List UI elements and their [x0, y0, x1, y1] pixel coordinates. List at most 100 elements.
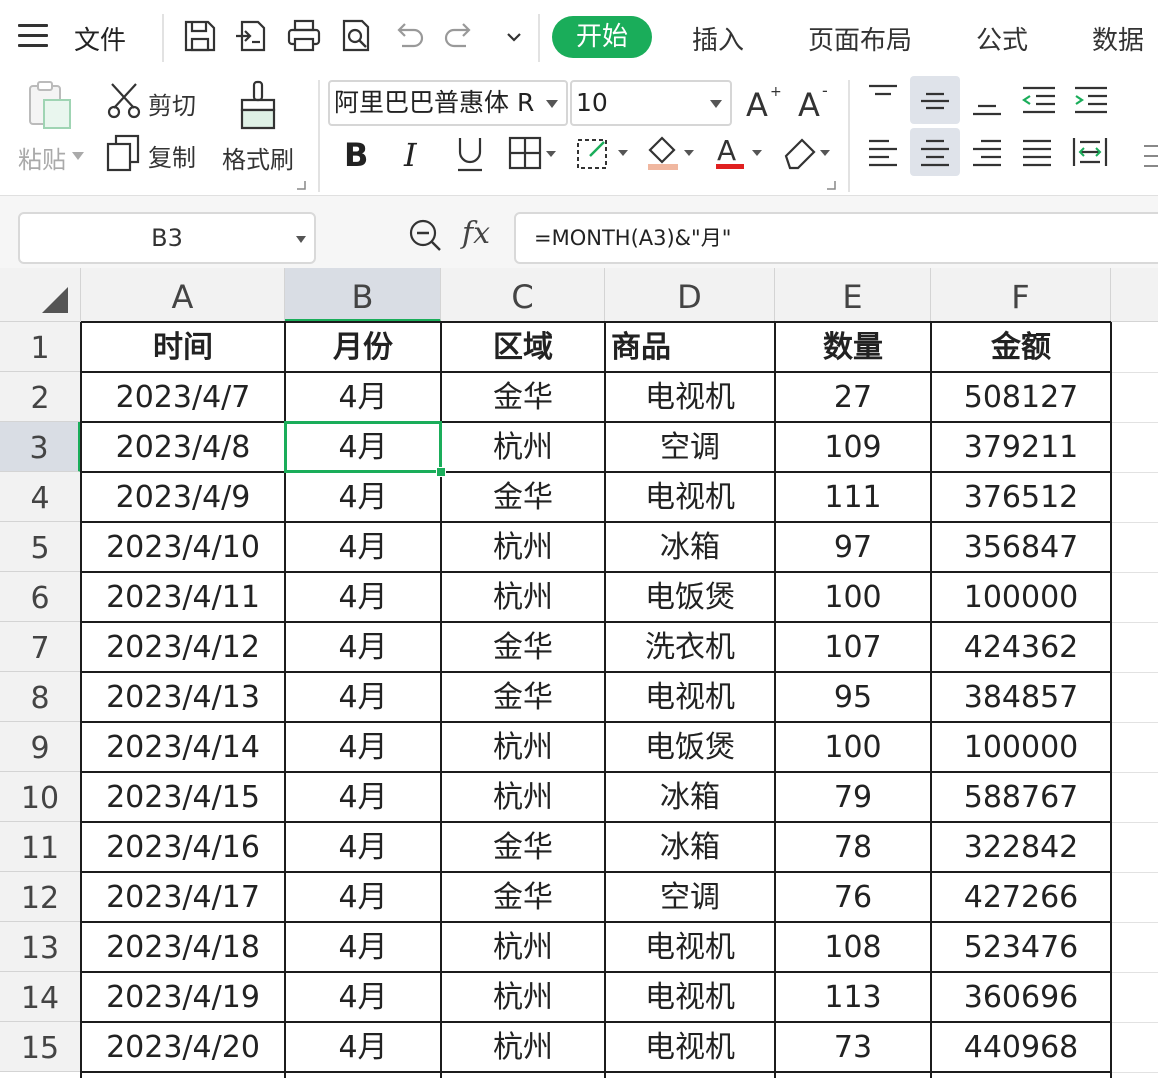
align-bottom-icon[interactable]	[970, 84, 1004, 118]
table-cell[interactable]: 4月	[285, 722, 441, 772]
table-cell[interactable]: 4月	[285, 972, 441, 1022]
table-cell[interactable]: 杭州	[441, 522, 605, 572]
table-cell[interactable]: 杭州	[441, 1022, 605, 1072]
tab-home[interactable]: 开始	[552, 16, 652, 58]
paste-button[interactable]: 粘贴	[18, 140, 66, 175]
copy-icon[interactable]	[106, 134, 140, 172]
table-cell[interactable]: 杭州	[441, 772, 605, 822]
table-cell[interactable]: 379211	[931, 422, 1111, 472]
font-color-icon[interactable]: A	[714, 132, 768, 172]
table-cell[interactable]: 2023/4/20	[81, 1022, 285, 1072]
table-cell[interactable]: 电饭煲	[605, 572, 775, 622]
row-header-15[interactable]: 15	[0, 1022, 81, 1072]
row-header-1[interactable]: 1	[0, 322, 81, 372]
justify-icon[interactable]	[1020, 136, 1054, 170]
table-cell[interactable]: 金华	[441, 622, 605, 672]
decrease-font-icon[interactable]: A-	[796, 82, 836, 122]
file-menu[interactable]: 文件	[74, 20, 126, 57]
print-preview-icon[interactable]	[336, 16, 376, 56]
row-header-8[interactable]: 8	[0, 672, 81, 722]
table-cell[interactable]: 427266	[931, 872, 1111, 922]
format-painter-icon[interactable]	[238, 80, 278, 132]
table-cell[interactable]: 杭州	[441, 572, 605, 622]
bold-icon[interactable]: B	[340, 134, 376, 174]
column-header-c[interactable]: C	[441, 268, 605, 322]
table-cell[interactable]: 95	[775, 672, 931, 722]
table-cell[interactable]: 376512	[931, 472, 1111, 522]
copy-button[interactable]: 复制	[148, 138, 196, 173]
row-header-9[interactable]: 9	[0, 722, 81, 772]
table-cell[interactable]: 27	[775, 372, 931, 422]
dialog-launcher-icon[interactable]	[826, 180, 836, 190]
table-cell[interactable]: 109	[775, 422, 931, 472]
table-cell[interactable]: 金华	[441, 672, 605, 722]
tab-data[interactable]: 数据	[1092, 20, 1144, 57]
row-header-2[interactable]: 2	[0, 372, 81, 422]
table-cell[interactable]: 金华	[441, 872, 605, 922]
table-cell[interactable]: 金华	[441, 472, 605, 522]
table-cell[interactable]: 97	[775, 522, 931, 572]
row-header-3[interactable]: 3	[0, 422, 81, 472]
table-cell[interactable]: 4月	[285, 522, 441, 572]
table-cell[interactable]: 电视机	[605, 472, 775, 522]
table-cell[interactable]: 4月	[285, 872, 441, 922]
italic-icon[interactable]: I	[398, 134, 428, 174]
table-cell[interactable]: 2023/4/9	[81, 472, 285, 522]
table-cell[interactable]: 4月	[285, 772, 441, 822]
chevron-down-icon[interactable]	[494, 16, 524, 56]
table-cell[interactable]: 108	[775, 922, 931, 972]
table-cell[interactable]: 356847	[931, 522, 1111, 572]
table-cell[interactable]: 空调	[605, 872, 775, 922]
table-cell[interactable]: 2023/4/18	[81, 922, 285, 972]
export-icon[interactable]	[232, 16, 272, 56]
borders-icon[interactable]	[508, 136, 558, 172]
select-all-corner[interactable]	[0, 268, 81, 322]
row-header-12[interactable]: 12	[0, 872, 81, 922]
table-cell[interactable]: 588767	[931, 772, 1111, 822]
font-size-select[interactable]: 10	[570, 80, 732, 126]
table-cell[interactable]: 电饭煲	[605, 722, 775, 772]
table-cell[interactable]: 冰箱	[605, 822, 775, 872]
table-cell[interactable]: 电视机	[605, 372, 775, 422]
table-cell[interactable]: 2023/4/11	[81, 572, 285, 622]
column-header-empty[interactable]	[1111, 268, 1158, 322]
table-cell[interactable]: 杭州	[441, 422, 605, 472]
table-cell[interactable]: 113	[775, 972, 931, 1022]
tab-page-layout[interactable]: 页面布局	[808, 20, 912, 57]
distributed-align-icon[interactable]	[1072, 134, 1108, 170]
tab-formulas[interactable]: 公式	[976, 20, 1028, 57]
column-header-a[interactable]: A	[81, 268, 285, 322]
table-cell[interactable]: 金华	[441, 372, 605, 422]
table-cell[interactable]: 424362	[931, 622, 1111, 672]
underline-icon[interactable]	[452, 134, 488, 174]
table-cell[interactable]: 电视机	[605, 1022, 775, 1072]
row-header-5[interactable]: 5	[0, 522, 81, 572]
table-cell[interactable]: 100000	[931, 572, 1111, 622]
header-cell[interactable]: 时间	[81, 322, 285, 372]
table-cell[interactable]: 电视机	[605, 672, 775, 722]
table-cell[interactable]: 2023/4/13	[81, 672, 285, 722]
row-header-13[interactable]: 13	[0, 922, 81, 972]
header-cell[interactable]: 数量	[775, 322, 931, 372]
table-cell[interactable]: 322842	[931, 822, 1111, 872]
cut-button[interactable]: 剪切	[148, 86, 196, 121]
header-cell[interactable]: 月份	[285, 322, 441, 372]
table-cell[interactable]: 2023/4/15	[81, 772, 285, 822]
table-cell[interactable]: 523476	[931, 922, 1111, 972]
align-top-icon[interactable]	[866, 82, 900, 116]
fill-color-icon[interactable]	[644, 132, 698, 172]
decrease-indent-icon[interactable]	[1020, 84, 1058, 118]
table-cell[interactable]: 73	[775, 1022, 931, 1072]
table-cell[interactable]: 111	[775, 472, 931, 522]
table-cell[interactable]: 79	[775, 772, 931, 822]
table-cell[interactable]: 440968	[931, 1022, 1111, 1072]
fill-handle[interactable]	[436, 467, 446, 477]
table-cell[interactable]: 2023/4/16	[81, 822, 285, 872]
table-cell[interactable]: 2023/4/14	[81, 722, 285, 772]
scissors-icon[interactable]	[106, 82, 142, 120]
header-cell[interactable]: 金额	[931, 322, 1111, 372]
table-cell[interactable]: 100	[775, 572, 931, 622]
zoom-search-icon[interactable]	[408, 218, 444, 254]
format-painter-button[interactable]: 格式刷	[222, 140, 294, 175]
table-cell[interactable]: 100	[775, 722, 931, 772]
